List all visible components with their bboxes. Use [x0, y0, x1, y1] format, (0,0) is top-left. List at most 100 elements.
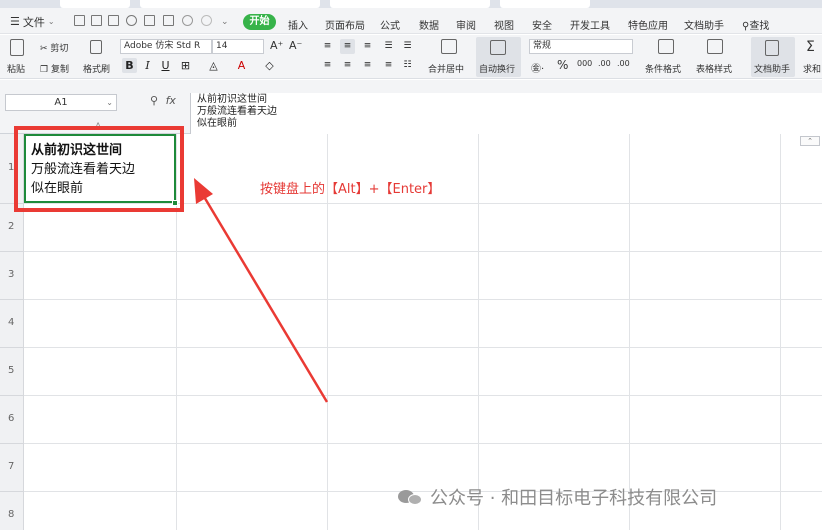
tab-page-layout[interactable]: 页面布局: [325, 17, 365, 32]
indent-decrease-icon[interactable]: ☰: [381, 39, 396, 54]
conditional-format-icon[interactable]: [658, 39, 674, 54]
export-icon[interactable]: [126, 15, 137, 26]
merge-center-button[interactable]: 合并居中: [428, 62, 464, 75]
scissors-icon: ✂: [40, 44, 51, 54]
wechat-icon: [398, 488, 424, 506]
chevron-down-icon: ⌄: [106, 98, 113, 107]
decrease-font-icon[interactable]: A⁻: [289, 39, 302, 52]
cut-label: 剪切: [50, 44, 69, 54]
sum-button[interactable]: 求和: [803, 62, 821, 75]
formula-line: 似在眼前: [197, 118, 237, 129]
font-size-select[interactable]: 14: [212, 39, 264, 54]
redo-icon[interactable]: [201, 15, 212, 26]
format-painter-button[interactable]: 格式刷: [83, 62, 110, 75]
undo-icon[interactable]: [182, 15, 193, 26]
menu-bar: ☰ 文件 ⌄ ⌄ 开始 插入 页面布局 公式 数据 审阅 视图 安全 开发工具 …: [0, 8, 822, 34]
document-tab[interactable]: [140, 0, 320, 8]
conditional-format-button[interactable]: 条件格式: [645, 62, 681, 75]
formula-icons: ⚲ fx: [150, 94, 176, 107]
border-icon[interactable]: ⊞: [178, 58, 193, 73]
tab-view[interactable]: 视图: [494, 17, 514, 32]
cut-button[interactable]: ✂ 剪切: [40, 41, 68, 54]
table-style-icon[interactable]: [707, 39, 723, 54]
bold-button[interactable]: B: [122, 58, 137, 73]
decrease-decimal-icon[interactable]: .00: [617, 59, 630, 68]
align-middle-icon[interactable]: ≡: [340, 39, 355, 54]
align-center-icon[interactable]: ≡: [340, 58, 355, 73]
collapse-formula-icon[interactable]: ⌃: [800, 136, 820, 146]
chevron-down-icon: ⌄: [47, 17, 55, 26]
tab-data[interactable]: 数据: [419, 17, 439, 32]
document-tab-strip: [0, 0, 822, 8]
tab-developer[interactable]: 开发工具: [570, 17, 610, 32]
justify-icon[interactable]: ≡: [381, 58, 396, 73]
watermark-text: 公众号 · 和田目标电子科技有限公司: [430, 488, 718, 509]
zoom-icon[interactable]: ⚲: [150, 94, 158, 107]
tab-security[interactable]: 安全: [532, 17, 552, 32]
document-tab[interactable]: [500, 0, 590, 8]
merge-cells-icon[interactable]: [441, 39, 457, 54]
increase-decimal-icon[interactable]: .00: [598, 59, 611, 68]
indent-increase-icon[interactable]: ☰: [400, 39, 415, 54]
tab-start[interactable]: 开始: [243, 14, 276, 30]
currency-icon[interactable]: ㊎·: [531, 60, 544, 75]
clear-format-icon[interactable]: ◇: [262, 58, 277, 73]
name-box[interactable]: A1 ⌄: [5, 94, 117, 111]
fx-icon[interactable]: fx: [166, 94, 176, 107]
formula-line: 从前初识这世间: [197, 94, 267, 105]
doc-assistant-button[interactable]: 文档助手: [751, 37, 795, 77]
tab-special-apps[interactable]: 特色应用: [628, 17, 668, 32]
tab-insert[interactable]: 插入: [288, 17, 308, 32]
file-menu-button[interactable]: ☰ 文件 ⌄: [6, 13, 59, 30]
fill-color-icon[interactable]: ◬: [206, 58, 221, 73]
print-preview-icon[interactable]: [163, 15, 174, 26]
wrap-text-button[interactable]: 自动换行: [476, 37, 521, 77]
format-painter-icon[interactable]: [90, 40, 102, 54]
watermark: 公众号 · 和田目标电子科技有限公司: [398, 484, 717, 510]
find-button[interactable]: ⚲查找: [742, 17, 769, 32]
paste-button[interactable]: 粘贴: [7, 62, 25, 75]
find-label: 查找: [749, 21, 770, 32]
tab-review[interactable]: 审阅: [456, 17, 476, 32]
save-icon[interactable]: [108, 15, 119, 26]
copy-label: 复制: [50, 65, 69, 75]
font-color-icon[interactable]: A: [234, 58, 249, 73]
copy-icon: ❐: [40, 65, 51, 75]
sum-icon[interactable]: Σ: [806, 39, 815, 55]
copy-button[interactable]: ❐ 复制: [40, 62, 69, 75]
annotation-text: 按键盘上的【Alt】+【Enter】: [260, 182, 441, 197]
paste-icon[interactable]: [10, 39, 24, 56]
thousands-separator-icon[interactable]: 000: [577, 59, 592, 68]
align-top-icon[interactable]: ≡: [320, 39, 335, 54]
document-icon: [765, 40, 779, 56]
hamburger-icon: ☰: [10, 15, 20, 28]
ribbon-toolbar: 粘贴 ✂ 剪切 ❐ 复制 格式刷 Adobe 仿宋 Std R 14 A⁺ A⁻…: [0, 35, 822, 79]
align-left-icon[interactable]: ≡: [320, 58, 335, 73]
wrap-text-label: 自动换行: [479, 65, 516, 75]
increase-font-icon[interactable]: A⁺: [270, 39, 283, 52]
tab-formulas[interactable]: 公式: [380, 17, 400, 32]
number-format-select[interactable]: 常规: [529, 39, 633, 54]
font-name-select[interactable]: Adobe 仿宋 Std R: [120, 39, 212, 54]
open-folder-icon[interactable]: [91, 15, 102, 26]
distributed-align-icon[interactable]: ☷: [400, 58, 415, 73]
formula-input[interactable]: 从前初识这世间 万般流连看着天边 似在眼前: [190, 93, 822, 134]
print-icon[interactable]: [144, 15, 155, 26]
tab-doc-assistant[interactable]: 文档助手: [684, 17, 724, 32]
spreadsheet-grid[interactable]: 1 2 3 4 5 6 7 8 从前初识这世间 万般流连看着天边 似在眼前 按键…: [0, 126, 822, 530]
wrap-text-icon: [490, 40, 506, 55]
italic-button[interactable]: I: [140, 58, 155, 73]
cell-reference: A1: [54, 97, 68, 108]
document-tab[interactable]: [330, 0, 490, 8]
align-right-icon[interactable]: ≡: [360, 58, 375, 73]
new-file-icon[interactable]: [74, 15, 85, 26]
doc-assistant-label: 文档助手: [754, 65, 791, 75]
table-style-button[interactable]: 表格样式: [696, 62, 732, 75]
align-bottom-icon[interactable]: ≡: [360, 39, 375, 54]
percent-icon[interactable]: %: [557, 58, 568, 72]
formula-line: 万般流连看着天边: [197, 106, 277, 117]
document-tab[interactable]: [60, 0, 130, 8]
underline-button[interactable]: U: [158, 58, 173, 73]
file-menu-label: 文件: [22, 15, 45, 29]
customize-chevron-icon[interactable]: ⌄: [221, 17, 229, 27]
